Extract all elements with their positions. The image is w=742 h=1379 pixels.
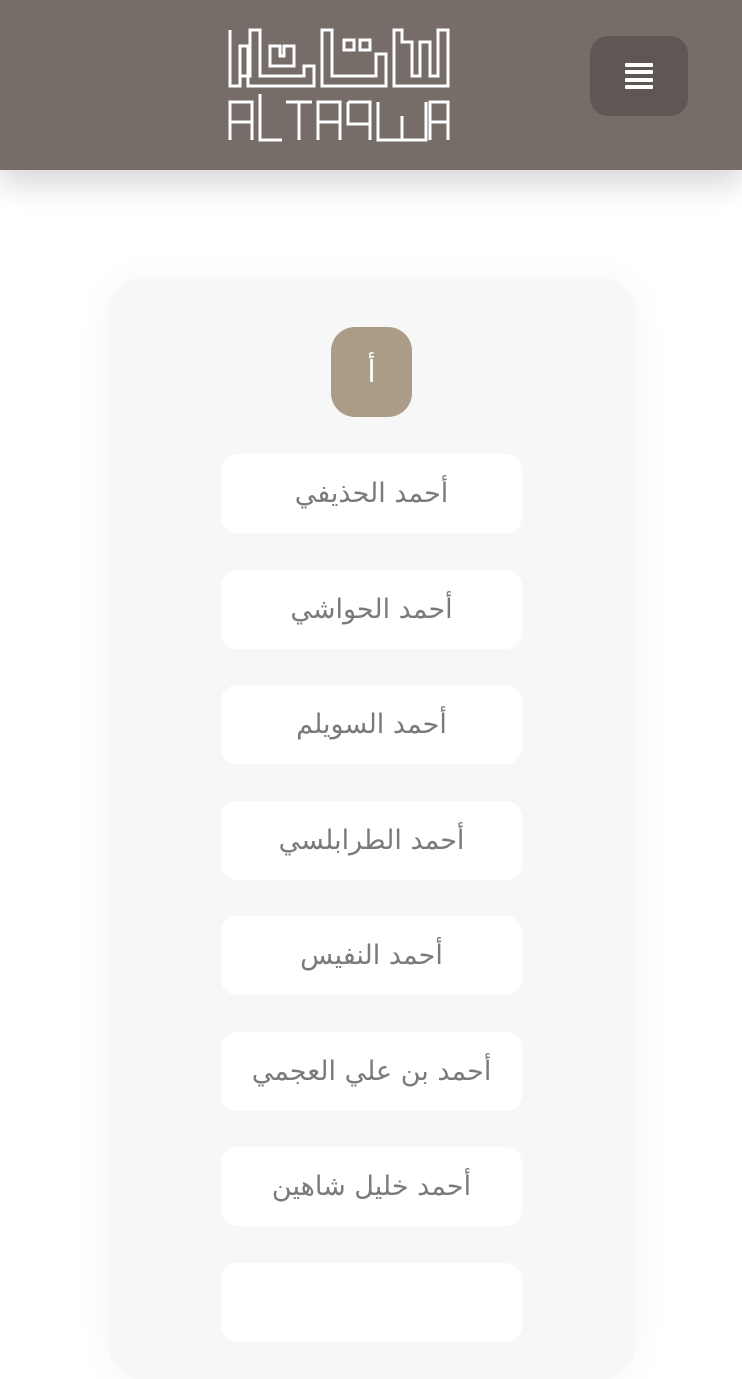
reciter-item[interactable]: أحمد النفيس [221, 916, 522, 995]
altaqwa-logo[interactable] [226, 26, 452, 144]
reciter-item[interactable]: أحمد خليل شاهين [221, 1147, 522, 1226]
site-header [0, 0, 742, 170]
reciter-list: أحمد الحذيفي أحمد الحواشي أحمد السويلم أ… [221, 454, 522, 1378]
reciter-item[interactable] [221, 1262, 522, 1342]
reciter-item[interactable]: أحمد الطرابلسي [221, 800, 522, 880]
letter-badge[interactable]: أ [331, 327, 412, 417]
reciter-item[interactable]: أحمد الحذيفي [221, 454, 522, 533]
reciter-item[interactable]: أحمد السويلم [221, 685, 522, 764]
reciter-item[interactable]: أحمد بن علي العجمي [221, 1031, 522, 1111]
reciter-item[interactable]: أحمد الحواشي [221, 569, 522, 649]
bars-icon [625, 63, 653, 89]
menu-button[interactable] [590, 36, 688, 116]
